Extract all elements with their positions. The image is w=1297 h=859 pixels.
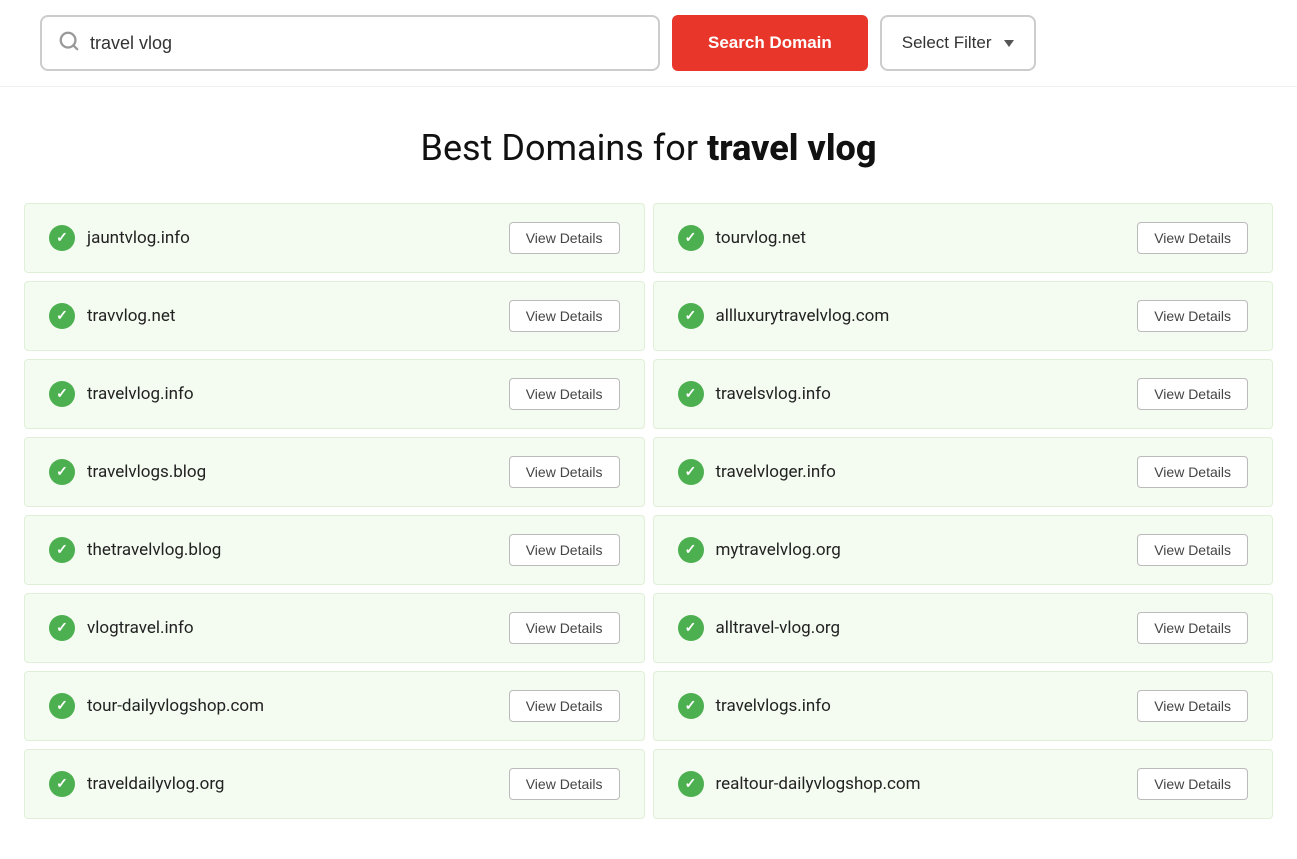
domain-left: jauntvlog.info: [49, 225, 190, 251]
domain-left: travelvlogs.info: [678, 693, 831, 719]
domain-name: alltravel-vlog.org: [716, 618, 841, 638]
domain-item: mytravelvlog.org View Details: [653, 515, 1274, 585]
domain-left: tour-dailyvlogshop.com: [49, 693, 264, 719]
domain-left: thetravelvlog.blog: [49, 537, 221, 563]
domain-left: travvlog.net: [49, 303, 175, 329]
domain-name: mytravelvlog.org: [716, 540, 841, 560]
select-filter-button[interactable]: Select Filter: [880, 15, 1036, 71]
view-details-button[interactable]: View Details: [509, 690, 620, 722]
domain-item: traveldailyvlog.org View Details: [24, 749, 645, 819]
domain-item: jauntvlog.info View Details: [24, 203, 645, 273]
domain-name: thetravelvlog.blog: [87, 540, 221, 560]
domain-item: tourvlog.net View Details: [653, 203, 1274, 273]
domain-name: travvlog.net: [87, 306, 175, 326]
domain-name: traveldailyvlog.org: [87, 774, 224, 794]
domain-item: travelsvlog.info View Details: [653, 359, 1274, 429]
check-icon: [49, 225, 75, 251]
domain-item: travelvlogs.blog View Details: [24, 437, 645, 507]
view-details-button[interactable]: View Details: [509, 456, 620, 488]
domain-left: vlogtravel.info: [49, 615, 194, 641]
check-icon: [678, 303, 704, 329]
domain-item: vlogtravel.info View Details: [24, 593, 645, 663]
domain-left: traveldailyvlog.org: [49, 771, 224, 797]
domain-name: vlogtravel.info: [87, 618, 194, 638]
domain-name: travelvloger.info: [716, 462, 836, 482]
domain-left: tourvlog.net: [678, 225, 806, 251]
domain-item: tour-dailyvlogshop.com View Details: [24, 671, 645, 741]
view-details-button[interactable]: View Details: [1137, 222, 1248, 254]
check-icon: [49, 537, 75, 563]
domain-grid: jauntvlog.info View Details tourvlog.net…: [0, 199, 1297, 823]
check-icon: [678, 693, 704, 719]
view-details-button[interactable]: View Details: [509, 534, 620, 566]
view-details-button[interactable]: View Details: [1137, 612, 1248, 644]
domain-name: realtour-dailyvlogshop.com: [716, 774, 921, 794]
domain-item: travelvlogs.info View Details: [653, 671, 1274, 741]
domain-item: thetravelvlog.blog View Details: [24, 515, 645, 585]
domain-left: travelvloger.info: [678, 459, 836, 485]
domain-name: tour-dailyvlogshop.com: [87, 696, 264, 716]
domain-name: allluxurytravelvlog.com: [716, 306, 890, 326]
view-details-button[interactable]: View Details: [1137, 768, 1248, 800]
domain-name: travelvlogs.info: [716, 696, 831, 716]
check-icon: [49, 303, 75, 329]
view-details-button[interactable]: View Details: [1137, 300, 1248, 332]
domain-name: travelvlogs.blog: [87, 462, 206, 482]
domain-item: travvlog.net View Details: [24, 281, 645, 351]
domain-left: allluxurytravelvlog.com: [678, 303, 890, 329]
check-icon: [49, 693, 75, 719]
domain-item: travelvlog.info View Details: [24, 359, 645, 429]
top-bar: Search Domain Select Filter: [0, 0, 1297, 87]
check-icon: [678, 225, 704, 251]
view-details-button[interactable]: View Details: [509, 378, 620, 410]
domain-item: allluxurytravelvlog.com View Details: [653, 281, 1274, 351]
check-icon: [678, 615, 704, 641]
domain-name: travelsvlog.info: [716, 384, 831, 404]
check-icon: [49, 771, 75, 797]
check-icon: [49, 381, 75, 407]
domain-left: alltravel-vlog.org: [678, 615, 841, 641]
page-title: Best Domains for travel vlog: [0, 127, 1297, 169]
domain-left: travelsvlog.info: [678, 381, 831, 407]
domain-name: travelvlog.info: [87, 384, 194, 404]
view-details-button[interactable]: View Details: [1137, 378, 1248, 410]
domain-left: mytravelvlog.org: [678, 537, 841, 563]
page-title-prefix: Best Domains for: [421, 127, 707, 169]
check-icon: [49, 459, 75, 485]
domain-name: tourvlog.net: [716, 228, 806, 248]
domain-left: travelvlog.info: [49, 381, 194, 407]
search-input[interactable]: [90, 33, 642, 54]
view-details-button[interactable]: View Details: [509, 612, 620, 644]
check-icon: [678, 459, 704, 485]
domain-item: travelvloger.info View Details: [653, 437, 1274, 507]
view-details-button[interactable]: View Details: [509, 222, 620, 254]
view-details-button[interactable]: View Details: [1137, 690, 1248, 722]
filter-label: Select Filter: [902, 33, 992, 53]
view-details-button[interactable]: View Details: [1137, 456, 1248, 488]
check-icon: [678, 771, 704, 797]
view-details-button[interactable]: View Details: [509, 768, 620, 800]
view-details-button[interactable]: View Details: [509, 300, 620, 332]
search-domain-button[interactable]: Search Domain: [672, 15, 868, 71]
check-icon: [678, 381, 704, 407]
check-icon: [678, 537, 704, 563]
domain-left: realtour-dailyvlogshop.com: [678, 771, 921, 797]
search-wrapper: [40, 15, 660, 71]
domain-name: jauntvlog.info: [87, 228, 190, 248]
search-icon: [58, 30, 80, 56]
check-icon: [49, 615, 75, 641]
domain-item: realtour-dailyvlogshop.com View Details: [653, 749, 1274, 819]
domain-item: alltravel-vlog.org View Details: [653, 593, 1274, 663]
view-details-button[interactable]: View Details: [1137, 534, 1248, 566]
page-title-keyword: travel vlog: [707, 127, 877, 169]
domain-left: travelvlogs.blog: [49, 459, 206, 485]
chevron-down-icon: [1004, 40, 1014, 47]
